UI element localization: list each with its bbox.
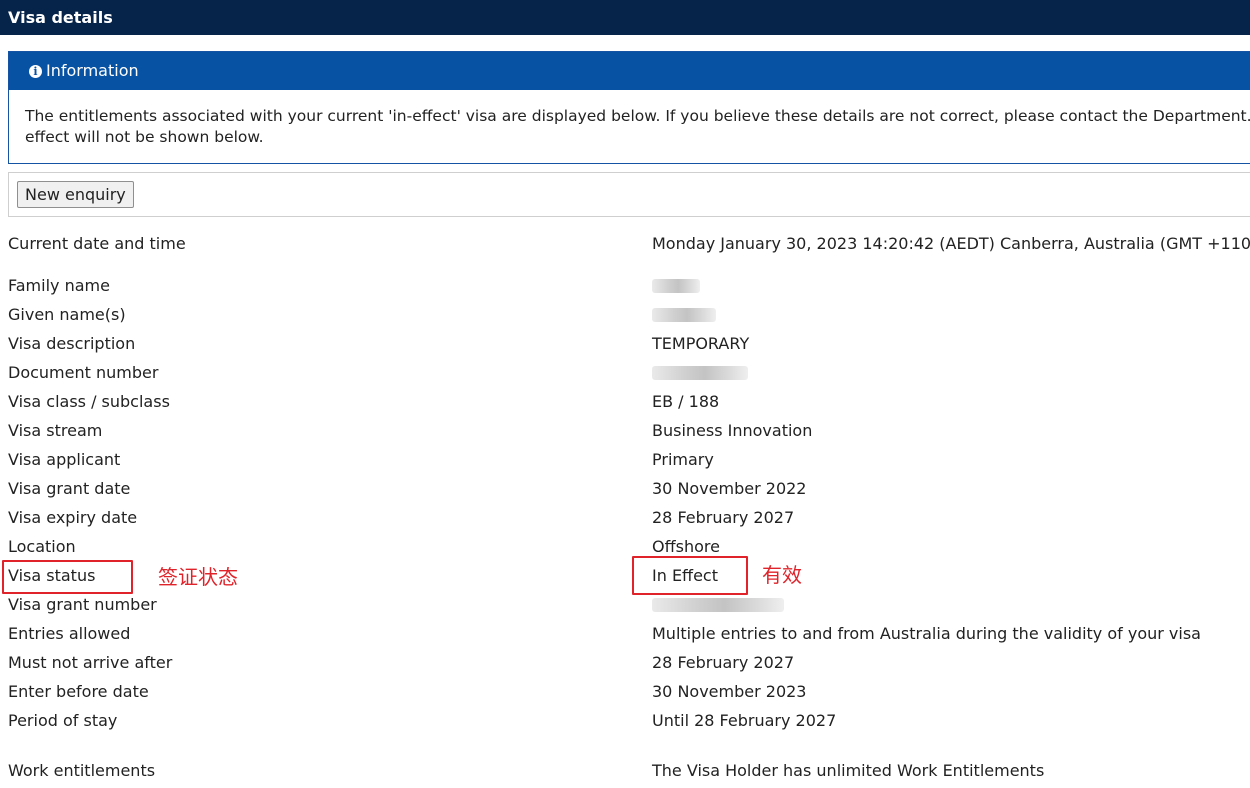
action-toolbar: New enquiry	[8, 172, 1250, 217]
detail-value: Business Innovation	[652, 421, 813, 440]
detail-row-document-number: Document number	[8, 361, 1248, 385]
detail-row-visa-grant-number: Visa grant number	[8, 593, 1248, 617]
status-label-annotation: 签证状态	[158, 565, 238, 589]
detail-label: Visa expiry date	[8, 508, 138, 527]
detail-row-location: Location Offshore	[8, 535, 1248, 559]
detail-label: Visa grant number	[8, 595, 157, 614]
detail-value: Until 28 February 2027	[652, 711, 837, 730]
detail-label: Must not arrive after	[8, 653, 173, 672]
detail-row-entries-allowed: Entries allowed Multiple entries to and …	[8, 622, 1248, 646]
detail-value: Monday January 30, 2023 14:20:42 (AEDT) …	[652, 234, 1250, 253]
detail-row-visa-stream: Visa stream Business Innovation	[8, 419, 1248, 443]
information-message-line-2: effect will not be shown below.	[25, 128, 264, 146]
information-message: The entitlements associated with your cu…	[25, 106, 1250, 148]
detail-label: Document number	[8, 363, 159, 382]
detail-row-visa-applicant: Visa applicant Primary	[8, 448, 1248, 472]
detail-row-given-names: Given name(s)	[8, 303, 1248, 327]
detail-label: Visa applicant	[8, 450, 121, 469]
detail-value: 28 February 2027	[652, 653, 795, 672]
detail-label: Visa description	[8, 334, 136, 353]
detail-label: Given name(s)	[8, 305, 126, 324]
detail-row-visa-description: Visa description TEMPORARY	[8, 332, 1248, 356]
redacted-value	[652, 366, 748, 380]
redacted-value	[652, 308, 716, 322]
detail-row-visa-grant-date: Visa grant date 30 November 2022	[8, 477, 1248, 501]
information-message-line-1: The entitlements associated with your cu…	[25, 107, 1250, 125]
detail-value: 28 February 2027	[652, 508, 795, 527]
redacted-value	[652, 598, 784, 612]
info-icon: i	[29, 64, 42, 78]
status-value-annotation: 有效	[762, 563, 802, 587]
detail-value: Multiple entries to and from Australia d…	[652, 624, 1201, 643]
information-panel: i Information The entitlements associate…	[8, 51, 1250, 164]
detail-value: 30 November 2022	[652, 479, 807, 498]
detail-label: Visa stream	[8, 421, 103, 440]
information-heading: Information	[46, 61, 139, 80]
page-title-bar: Visa details	[0, 0, 1250, 35]
detail-row-family-name: Family name	[8, 274, 1248, 298]
detail-label: Entries allowed	[8, 624, 131, 643]
detail-row-visa-class: Visa class / subclass EB / 188	[8, 390, 1248, 414]
detail-row-work-entitlements: Work entitlements The Visa Holder has un…	[8, 759, 1248, 783]
detail-label: Location	[8, 537, 76, 556]
detail-row-must-not-arrive-after: Must not arrive after 28 February 2027	[8, 651, 1248, 675]
detail-label: Enter before date	[8, 682, 149, 701]
page-title: Visa details	[8, 8, 113, 27]
detail-label: Period of stay	[8, 711, 118, 730]
detail-label: Visa grant date	[8, 479, 131, 498]
detail-row-enter-before-date: Enter before date 30 November 2023	[8, 680, 1248, 704]
detail-label: Visa class / subclass	[8, 392, 170, 411]
detail-value: TEMPORARY	[652, 334, 750, 353]
detail-label: Family name	[8, 276, 110, 295]
detail-row-visa-expiry-date: Visa expiry date 28 February 2027	[8, 506, 1248, 530]
status-value-highlight-box	[632, 556, 748, 595]
detail-value: EB / 188	[652, 392, 720, 411]
information-header: i Information	[9, 52, 1250, 90]
redacted-value	[652, 279, 700, 293]
detail-label: Current date and time	[8, 234, 186, 253]
detail-value: The Visa Holder has unlimited Work Entit…	[652, 761, 1045, 780]
new-enquiry-button[interactable]: New enquiry	[17, 181, 134, 208]
detail-row-current-datetime: Current date and time Monday January 30,…	[8, 232, 1250, 256]
detail-value: 30 November 2023	[652, 682, 807, 701]
detail-row-period-of-stay: Period of stay Until 28 February 2027	[8, 709, 1248, 733]
detail-label: Work entitlements	[8, 761, 156, 780]
detail-value: Primary	[652, 450, 714, 469]
status-label-highlight-box	[2, 560, 133, 594]
